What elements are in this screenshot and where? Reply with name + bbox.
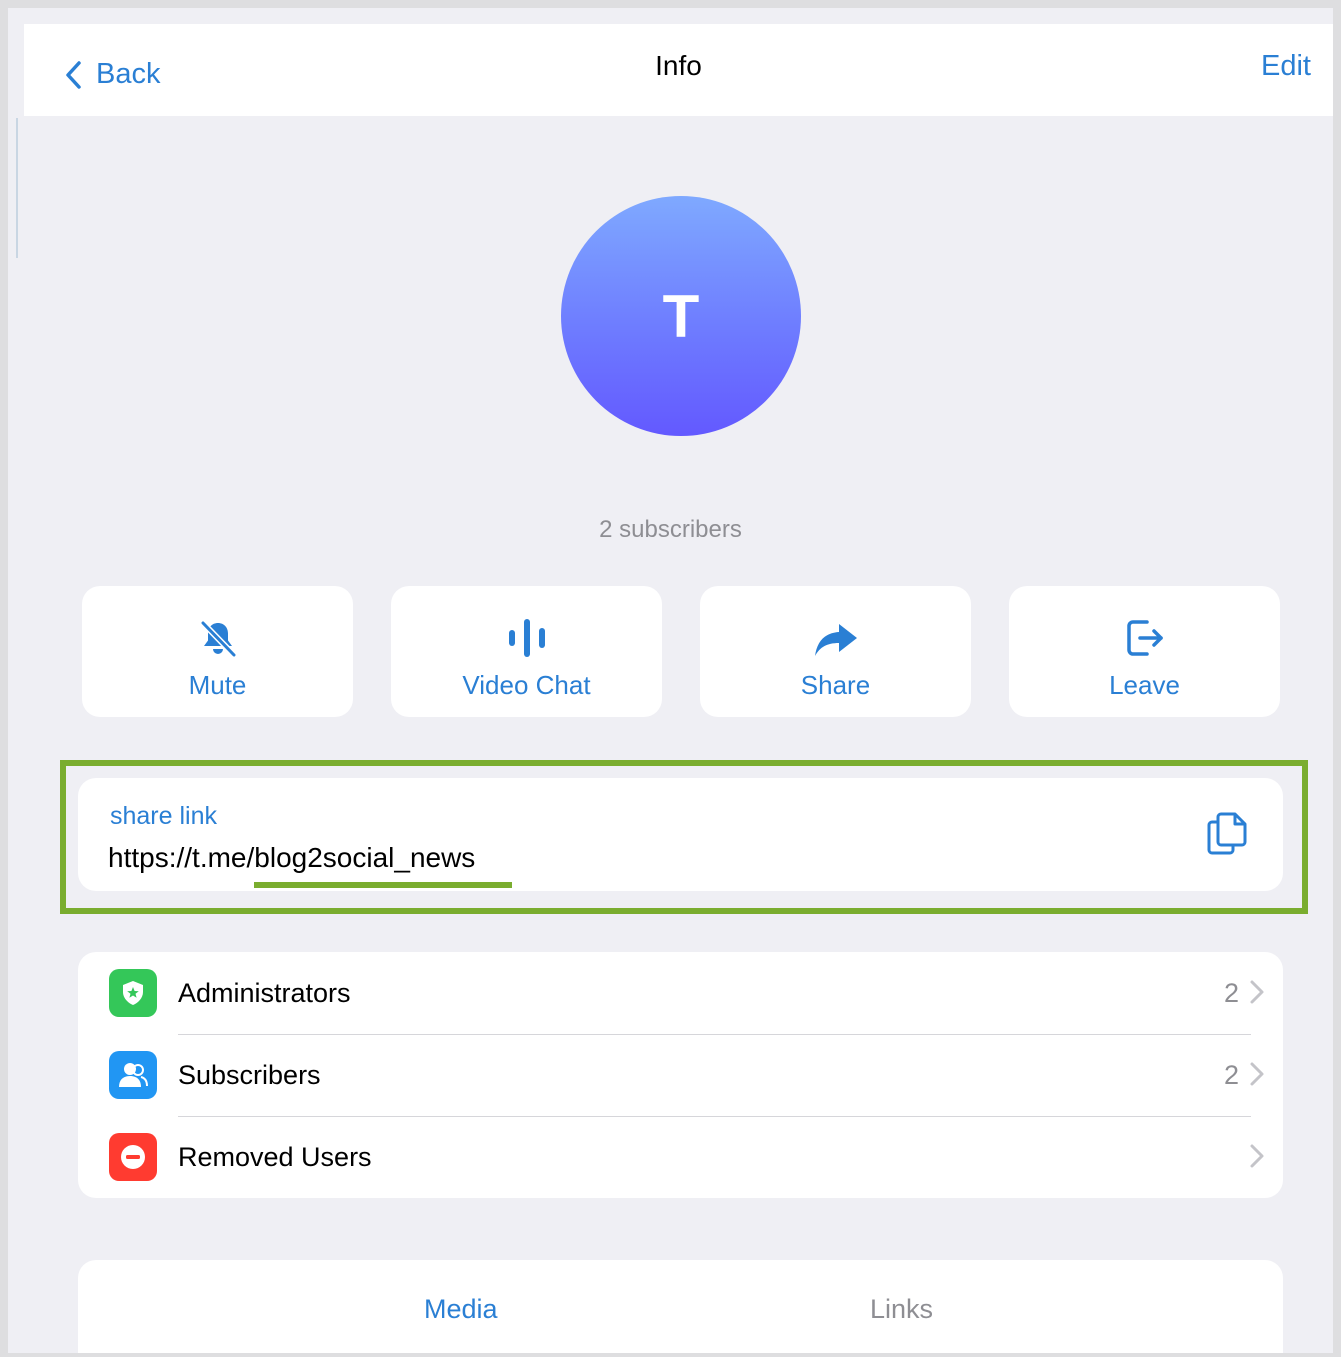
shield-star-icon: [109, 969, 157, 1017]
video-chat-button[interactable]: Video Chat: [391, 586, 662, 717]
url-highlight-underline: [254, 882, 512, 888]
page-title: Info: [655, 50, 702, 81]
chevron-right-icon: [1250, 1144, 1264, 1168]
removed-users-label: Removed Users: [178, 1141, 372, 1172]
edit-button[interactable]: Edit: [1261, 50, 1311, 83]
share-arrow-icon: [814, 624, 857, 656]
avatar-letter: T: [662, 282, 700, 350]
leave-button[interactable]: Leave: [1009, 586, 1280, 717]
subscriber-count: 2 subscribers: [599, 516, 742, 543]
chevron-right-icon: [1250, 980, 1264, 1004]
share-button[interactable]: Share: [700, 586, 971, 717]
video-chat-label: Video Chat: [462, 670, 591, 700]
mute-button[interactable]: Mute: [82, 586, 353, 717]
chevron-right-icon: [1250, 1062, 1264, 1086]
leave-label: Leave: [1109, 670, 1180, 700]
action-buttons: Mute Video Chat Share Leave: [82, 586, 1280, 717]
mute-label: Mute: [188, 670, 247, 700]
copy-link-button[interactable]: [1205, 810, 1249, 861]
list-item-removed-users[interactable]: Removed Users: [78, 1116, 1283, 1198]
leave-icon: [1126, 620, 1163, 656]
administrators-label: Administrators: [178, 977, 351, 1008]
administrators-count: 2: [1223, 977, 1239, 1008]
avatar[interactable]: T: [561, 196, 801, 436]
share-link-label: share link: [110, 802, 217, 830]
bell-slash-icon: [200, 620, 236, 658]
share-label: Share: [800, 670, 871, 700]
list-item-subscribers[interactable]: Subscribers 2: [78, 1034, 1283, 1116]
media-tabs: Media Links: [78, 1260, 1283, 1353]
edge-divider: [16, 118, 18, 258]
person-icon: [109, 1051, 157, 1099]
subscribers-count: 2: [1223, 1059, 1239, 1090]
tab-links[interactable]: Links: [870, 1294, 933, 1325]
share-link-url[interactable]: https://t.me/blog2social_news: [108, 842, 475, 874]
members-list: Administrators 2 Subscribers 2 Removed U…: [78, 952, 1283, 1198]
minus-circle-icon: [109, 1133, 157, 1181]
app-window: Back Info Edit T 2 subscribers Mute Vide…: [8, 8, 1333, 1353]
voice-bars-icon: [508, 619, 545, 657]
navigation-bar: Back Info Edit: [24, 24, 1333, 116]
list-item-administrators[interactable]: Administrators 2: [78, 952, 1283, 1034]
copy-icon: [1207, 812, 1247, 855]
tab-media[interactable]: Media: [424, 1294, 498, 1325]
share-link-card[interactable]: share link https://t.me/blog2social_news: [78, 778, 1283, 891]
subscribers-label: Subscribers: [178, 1059, 321, 1090]
